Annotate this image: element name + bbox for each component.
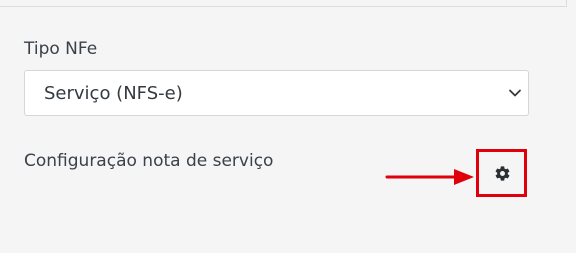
- panel-top-border: [0, 0, 567, 7]
- settings-button[interactable]: [476, 149, 527, 197]
- config-nota-servico-label: Configuração nota de serviço: [24, 151, 274, 171]
- tipo-nfe-label: Tipo NFe: [24, 39, 98, 59]
- chevron-down-icon: [509, 89, 521, 97]
- gear-icon: [495, 166, 510, 181]
- arrow-right-icon: [385, 169, 474, 185]
- tipo-nfe-select[interactable]: Serviço (NFS-e): [24, 70, 529, 116]
- tipo-nfe-selected-value: Serviço (NFS-e): [44, 83, 183, 104]
